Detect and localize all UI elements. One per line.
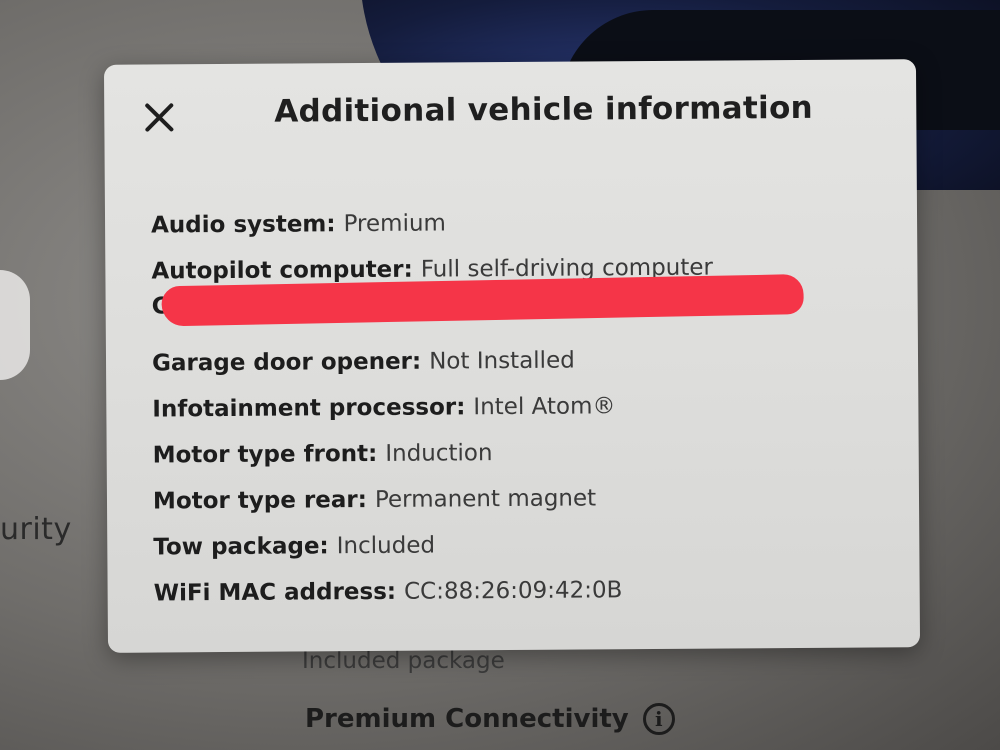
info-label: Motor type rear: xyxy=(152,487,367,515)
background-panel-edge xyxy=(0,270,30,380)
info-row-infotainment-processor: Infotainment processor: Intel Atom® xyxy=(152,381,892,432)
info-label: Audio system: xyxy=(150,211,336,239)
info-label: Autopilot computer: xyxy=(151,256,413,285)
info-label: Garage door opener: xyxy=(151,348,422,377)
info-label: Infotainment processor: xyxy=(152,394,466,423)
info-value: Included xyxy=(336,532,436,560)
info-row-tow-package: Tow package: Included xyxy=(153,519,893,570)
vehicle-info-list: Audio system: Premium Autopilot computer… xyxy=(151,197,894,616)
premium-connectivity-row: Premium Connectivity i xyxy=(305,703,675,735)
vehicle-info-modal: Additional vehicle information Audio sys… xyxy=(103,59,921,653)
info-value: CC:88:26:09:42:0B xyxy=(403,577,623,605)
info-row-motor-type-front: Motor type front: Induction xyxy=(153,427,893,478)
info-row-motor-type-rear: Motor type rear: Permanent magnet xyxy=(153,473,893,524)
info-row-audio-system: Audio system: Premium xyxy=(151,197,891,248)
info-label: Tow package: xyxy=(153,533,329,561)
info-value: Intel Atom® xyxy=(473,393,616,421)
security-menu-item: urity xyxy=(0,512,72,547)
info-value: Not Installed xyxy=(429,347,575,375)
info-value: Premium xyxy=(343,210,446,238)
info-row-wifi-mac-address: WiFi MAC address: CC:88:26:09:42:0B xyxy=(153,565,893,616)
info-label: Motor type front: xyxy=(152,440,378,469)
premium-connectivity-label: Premium Connectivity xyxy=(305,704,629,734)
info-row-garage-door-opener: Garage door opener: Not Installed xyxy=(152,335,892,386)
modal-title: Additional vehicle information xyxy=(274,89,814,130)
info-value: Induction xyxy=(385,440,493,467)
close-icon[interactable] xyxy=(142,100,176,134)
info-icon[interactable]: i xyxy=(642,703,675,735)
info-value: Permanent magnet xyxy=(374,485,597,513)
info-label: WiFi MAC address: xyxy=(153,578,397,607)
included-package-text: Included package xyxy=(302,648,505,674)
